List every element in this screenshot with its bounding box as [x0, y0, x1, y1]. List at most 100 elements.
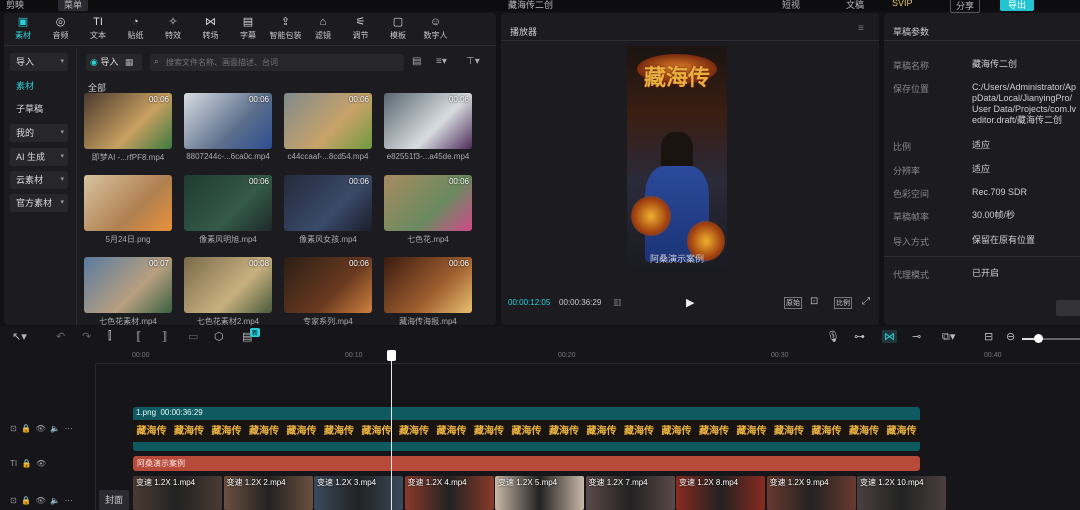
export-button[interactable]: 导出	[1000, 0, 1035, 11]
focus-icon[interactable]: ⊡	[810, 296, 818, 307]
main-track-clip[interactable]: 变速 1.2X 9.mp4	[766, 476, 856, 510]
main-track-clip[interactable]: 变速 1.2X 8.mp4	[676, 476, 765, 510]
edit-button[interactable]	[1056, 300, 1080, 316]
media-item[interactable]: 00:06 即梦AI -...rfPF8.mp4	[84, 93, 172, 163]
tab-8[interactable]: ⌂ 滤镜	[304, 14, 342, 41]
fullscreen-icon[interactable]: ⤢	[862, 296, 870, 307]
share-button[interactable]: 分享	[950, 0, 981, 13]
tab-7[interactable]: ⇪ 智能包装	[267, 14, 305, 41]
sidebar-item-3[interactable]: 我的 ▾	[10, 124, 68, 142]
zoom-slider-handle[interactable]	[1034, 334, 1043, 343]
filter-icon[interactable]: ⊤▾	[466, 56, 480, 67]
mark-icon[interactable]: ⬡	[214, 330, 224, 343]
more-icon[interactable]: ⋯	[65, 424, 73, 433]
player-menu-icon[interactable]: ≡	[858, 23, 864, 34]
sidebar-item-5[interactable]: 云素材 ▾	[10, 171, 68, 189]
media-item[interactable]: 00:06 七色花.mp4	[384, 175, 472, 245]
split-right-icon[interactable]: ⟧	[162, 330, 167, 343]
eye-icon[interactable]: 👁	[36, 496, 46, 505]
main-track-clip[interactable]: 变速 1.2X 1.mp4	[133, 476, 222, 510]
more-icon[interactable]: ⋯	[65, 496, 73, 505]
sidebar-item-0[interactable]: 导入 ▾	[10, 53, 68, 71]
preview-axis-icon[interactable]: ⊸	[912, 330, 921, 343]
split-left-icon[interactable]: ⟦	[136, 330, 141, 343]
lock-icon[interactable]: 🔒	[21, 424, 31, 433]
sort-icon[interactable]: ≡▾	[436, 56, 447, 67]
tab-9[interactable]: ⚟ 调节	[342, 14, 380, 41]
shortvideo-button[interactable]: 短视	[782, 0, 800, 11]
main-track-clip[interactable]: 变速 1.2X 5.mp4	[495, 476, 584, 510]
main-track-clip[interactable]: 变速 1.2X 2.mp4	[223, 476, 313, 510]
media-item[interactable]: 00:07 七色花素材.mp4	[84, 257, 172, 327]
media-item[interactable]: 00:06 c44ccaaf-...8cd54.mp4	[284, 93, 372, 161]
tab-0[interactable]: ▣ 素材	[4, 14, 42, 41]
tab-6[interactable]: ▤ 字幕	[229, 14, 267, 41]
media-item[interactable]: 00:06 e82551f3-...a45de.mp4	[384, 93, 472, 161]
eye-icon[interactable]: 👁	[36, 424, 46, 433]
menu-button[interactable]: 菜单	[58, 0, 89, 11]
sidebar-item-4[interactable]: AI 生成 ▾	[10, 148, 68, 166]
import-button[interactable]: ◉ 导入 ▦	[86, 54, 142, 71]
list-view-icon[interactable]: ▤	[412, 56, 421, 67]
playhead[interactable]	[391, 352, 392, 510]
tab-10[interactable]: ▢ 模板	[379, 14, 417, 41]
divider	[501, 40, 879, 41]
sidebar-item-2[interactable]: 子草稿	[10, 100, 68, 118]
lock-icon[interactable]: 🔒	[21, 496, 31, 505]
subtitle-icon[interactable]: ⊟	[984, 330, 993, 343]
microphone-icon[interactable]: 🎙	[826, 330, 840, 343]
main-track-clip[interactable]: 变速 1.2X 7.mp4	[585, 476, 675, 510]
tab-5[interactable]: ⋈ 转场	[192, 14, 230, 41]
cover-button[interactable]: 封面	[99, 490, 129, 510]
link-icon[interactable]: ⊶	[854, 330, 865, 343]
tab-3[interactable]: ◔ 贴纸	[117, 14, 155, 41]
undo-icon[interactable]: ↶	[56, 330, 65, 343]
time-ruler[interactable]	[96, 348, 1080, 364]
zoom-out-icon[interactable]: ⊖	[1006, 330, 1015, 343]
split-icon[interactable]: ⫿	[108, 330, 112, 343]
frame-title: 藏海传	[136, 426, 167, 437]
tab-2[interactable]: TI 文本	[79, 14, 117, 41]
media-item[interactable]: 00:06 专家系列.mp4	[284, 257, 372, 327]
media-item[interactable]: 00:06 像素风明旭.mp4	[184, 175, 272, 245]
eye-icon[interactable]: 👁	[36, 459, 46, 468]
delete-icon[interactable]: ▭	[188, 330, 198, 343]
main-track-clip[interactable]: 变速 1.2X 4.mp4	[404, 476, 494, 510]
main-track-clip[interactable]: 变速 1.2X 3.mp4	[314, 476, 403, 510]
tab-1[interactable]: ◎ 音频	[42, 14, 80, 41]
text-clip[interactable]: 阿桑演示案例	[133, 456, 920, 471]
search-input[interactable]	[166, 55, 396, 69]
ruler-tick-label: 00:20	[558, 352, 576, 359]
playhead-handle[interactable]	[387, 350, 396, 361]
ratio-button[interactable]: 比例	[834, 297, 852, 309]
original-button[interactable]: 原始	[784, 297, 802, 309]
tab-11[interactable]: ☺ 数字人	[417, 14, 455, 41]
magnet-icon[interactable]: ⋈	[882, 330, 897, 343]
svip-badge[interactable]: SVIP	[892, 0, 913, 8]
sidebar-item-6[interactable]: 官方素材 ▾	[10, 194, 68, 212]
sidebar-item-1[interactable]: 素材	[10, 77, 68, 95]
redo-icon[interactable]: ↷	[82, 330, 91, 343]
media-item[interactable]: 00:06 像素风女孩.mp4	[284, 175, 372, 245]
media-item[interactable]: 00:06 藏海传海报.mp4	[384, 257, 472, 327]
media-item[interactable]: 00:08 七色花素材2.mp4	[184, 257, 272, 327]
overlay-video-clip[interactable]: 1.png 00:00:36:29 藏海传 藏海传 藏海传 藏海传 藏海传 藏海传 藏海传藏…	[133, 407, 920, 451]
select-tool-icon[interactable]: ↖▾	[12, 330, 27, 343]
play-icon[interactable]: ▶	[686, 296, 694, 309]
frame-title: 藏海传	[699, 426, 729, 437]
search-box[interactable]: ⌕	[150, 54, 404, 71]
tab-4[interactable]: ✧ 特效	[154, 14, 192, 41]
lock-icon[interactable]: 🔒	[22, 459, 32, 468]
script-button[interactable]: 文稿	[846, 0, 864, 11]
linkage-icon[interactable]: ⧉▾	[942, 330, 955, 344]
audio-icon[interactable]: 🔈	[50, 424, 60, 433]
track-icon[interactable]: ⊡	[10, 496, 17, 505]
audio-icon[interactable]: 🔈	[50, 496, 60, 505]
player-preview[interactable]: 藏海传 阿桑演示案例	[627, 46, 727, 272]
timeline-view-icon[interactable]: ▥	[613, 297, 622, 308]
main-track-clip[interactable]: 变速 1.2X 10.mp4	[857, 476, 946, 510]
media-item[interactable]: 5月24日.png	[84, 175, 172, 245]
track-icon[interactable]: ⊡	[10, 424, 17, 433]
media-item[interactable]: 00:06 8807244c-...6ca0c.mp4	[184, 93, 272, 161]
text-track-icon[interactable]: TI	[10, 459, 17, 468]
